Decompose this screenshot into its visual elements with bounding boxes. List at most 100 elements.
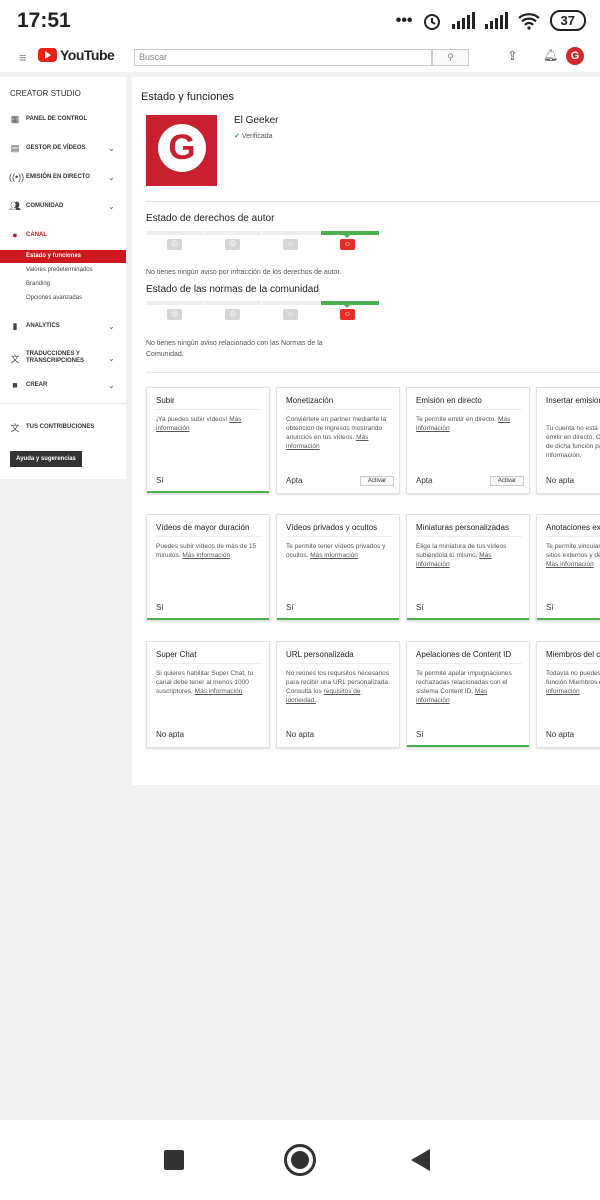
card-title: Anotaciones externas — [546, 523, 600, 532]
sidebar-item-label: CANAL — [26, 232, 47, 238]
meter-segment — [262, 301, 320, 305]
card-title: Subir — [156, 396, 175, 405]
help-feedback-button[interactable]: Ayuda y sugerencias — [10, 451, 82, 467]
create-icon: ■ — [12, 380, 18, 390]
more-info-link[interactable]: Más información — [310, 552, 358, 559]
meter-segment — [204, 301, 261, 305]
home-button[interactable] — [284, 1144, 316, 1176]
feature-card-monetization[interactable]: Monetización Conviértete en partner medi… — [276, 387, 400, 494]
card-description: Conviértete en partner mediante la obten… — [286, 416, 387, 441]
sidebar-item-dashboard[interactable]: ▦ PANEL DE CONTROL — [0, 111, 126, 127]
hamburger-menu-icon[interactable]: ≡ — [19, 50, 27, 65]
activate-live-button[interactable]: Activar — [490, 476, 524, 486]
card-title: Vídeos privados y ocultos — [286, 523, 378, 532]
sidebar-item-live[interactable]: ((•)) EMISIÓN EN DIRECTO ⌄ — [0, 169, 126, 185]
sidebar-sub-defaults[interactable]: Valores predeterminados — [0, 264, 126, 277]
sidebar-item-contributions[interactable]: 文 TUS CONTRIBUCIONES — [0, 419, 126, 435]
feature-card-external-annotations[interactable]: Anotaciones externas Te permite vincular… — [536, 514, 600, 621]
search-icon: ⚲ — [447, 52, 454, 62]
video-manager-icon: ▤ — [10, 142, 20, 153]
sidebar-item-analytics[interactable]: ▮ ANALYTICS ⌄ — [0, 318, 126, 334]
more-info-link[interactable]: Más información — [546, 561, 594, 568]
card-description: Te permite vincular anotaciones con siti… — [546, 543, 600, 559]
card-status: No apta — [546, 730, 575, 739]
feature-card-custom-url[interactable]: URL personalizada No reúnes los requisit… — [276, 641, 400, 748]
sidebar-item-video-manager[interactable]: ▤ GESTOR DE VÍDEOS ⌄ — [0, 140, 126, 156]
more-dots-icon: ••• — [395, 11, 413, 29]
feature-card-channel-memberships[interactable]: Miembros del canal Todavía no puedes acc… — [536, 641, 600, 748]
main-content: Estado y funciones G El Geeker ✓ Verific… — [132, 77, 600, 785]
recent-apps-button[interactable] — [164, 1150, 184, 1170]
feature-card-live[interactable]: Emisión en directo Te permite emitir en … — [406, 387, 530, 494]
sidebar-item-translations[interactable]: 文 TRADUCCIONES Y TRANSCRIPCIONES ⌄ — [0, 349, 126, 367]
copyright-status-note: No tienes ningún aviso por infracción de… — [146, 269, 342, 276]
channel-logo-letter: G — [158, 124, 206, 172]
feature-card-content-id-appeals[interactable]: Apelaciones de Content ID Te permite ape… — [406, 641, 530, 748]
status-bar: 17:51 ••• 37 — [0, 0, 600, 42]
chevron-down-icon: ⌄ — [108, 201, 115, 211]
card-description: Todavía no puedes acceder a la función M… — [546, 670, 600, 686]
feature-card-longer-videos[interactable]: Vídeos de mayor duración Puedes subir ví… — [146, 514, 270, 621]
feature-card-embed-live[interactable]: Insertar emisiones en directo Tu cuenta … — [536, 387, 600, 494]
verified-label: Verificada — [241, 133, 273, 140]
card-title: Emisión en directo — [416, 396, 482, 405]
feature-card-custom-thumbnails[interactable]: Miniaturas personalizadas Elige la minia… — [406, 514, 530, 621]
account-avatar[interactable]: G — [566, 47, 584, 65]
card-title: Miembros del canal — [546, 650, 600, 659]
chevron-down-icon: ⌄ — [108, 380, 115, 390]
activate-monetization-button[interactable]: Activar — [360, 476, 394, 486]
sidebar-item-channel[interactable]: ● CANAL — [0, 227, 126, 243]
more-info-link[interactable]: Más información — [182, 552, 230, 559]
copyright-status-title: Estado de derechos de autor — [146, 213, 275, 224]
contributions-icon: 文 — [10, 422, 20, 433]
meter-segment — [146, 301, 203, 305]
feature-card-super-chat[interactable]: Super Chat Si quieres habilitar Super Ch… — [146, 641, 270, 748]
sidebar-divider — [0, 403, 126, 404]
clock: 17:51 — [17, 9, 71, 32]
section-divider — [146, 372, 600, 373]
card-status: Apta — [416, 476, 433, 485]
sidebar-item-label: TRADUCCIONES Y TRANSCRIPCIONES — [26, 351, 85, 364]
status-ok-bar — [147, 491, 269, 493]
more-info-link[interactable]: Más información — [195, 688, 243, 695]
youtube-play-icon — [38, 48, 57, 62]
happy-face-icon: ☺ — [340, 239, 355, 250]
channel-avatar: G — [146, 115, 217, 186]
sidebar-sub-advanced[interactable]: Opciones avanzadas — [0, 292, 126, 305]
sidebar-sub-status-features[interactable]: Estado y funciones — [0, 250, 126, 263]
sidebar-item-create[interactable]: ■ CREAR ⌄ — [0, 377, 126, 393]
card-title: Apelaciones de Content ID — [416, 650, 512, 659]
sidebar-item-label: EMISIÓN EN DIRECTO — [26, 174, 90, 180]
meter-pointer — [343, 304, 351, 308]
signal-icon-2 — [484, 11, 508, 29]
card-divider — [546, 536, 600, 537]
upload-icon[interactable]: ⇪ — [507, 48, 518, 64]
community-status-note: No tienes ningún aviso relacionado con l… — [146, 340, 323, 358]
sad-face-icon: ☹ — [167, 239, 182, 250]
status-ok-bar — [407, 745, 529, 747]
sidebar-item-community[interactable]: 👥︎ COMUNIDAD ⌄ — [0, 198, 126, 214]
meter-segment — [204, 231, 261, 235]
search-input[interactable]: Buscar — [134, 49, 432, 66]
youtube-logo[interactable]: YouTube — [38, 47, 115, 63]
verified-status: ✓ Verificada — [234, 132, 273, 140]
back-button[interactable] — [411, 1149, 430, 1171]
card-title: Vídeos de mayor duración — [156, 523, 250, 532]
page-title: Estado y funciones — [141, 91, 234, 103]
youtube-header: ≡ YouTube Buscar ⚲ ⇪ 🔔︎ G — [0, 42, 600, 72]
android-navigation-bar — [0, 1120, 600, 1200]
notifications-bell-icon[interactable]: 🔔︎ — [543, 48, 558, 62]
card-title: Monetización — [286, 396, 334, 405]
feature-card-private-videos[interactable]: Vídeos privados y ocultos Te permite ten… — [276, 514, 400, 621]
meter-segment — [262, 231, 320, 235]
feature-card-upload[interactable]: Subir ¡Ya puedes subir vídeos! Más infor… — [146, 387, 270, 494]
card-status: Sí — [416, 603, 424, 612]
card-divider — [156, 663, 262, 664]
search-button[interactable]: ⚲ — [432, 49, 469, 66]
card-divider — [546, 663, 600, 664]
sidebar-sub-branding[interactable]: Branding — [0, 278, 126, 291]
card-divider — [416, 409, 522, 410]
chevron-down-icon: ⌄ — [108, 172, 115, 182]
card-description: Elige la miniatura de tus vídeos subiénd… — [416, 543, 507, 559]
creator-studio-sidebar: CREATOR STUDIO ▦ PANEL DE CONTROL ▤ GEST… — [0, 77, 126, 479]
